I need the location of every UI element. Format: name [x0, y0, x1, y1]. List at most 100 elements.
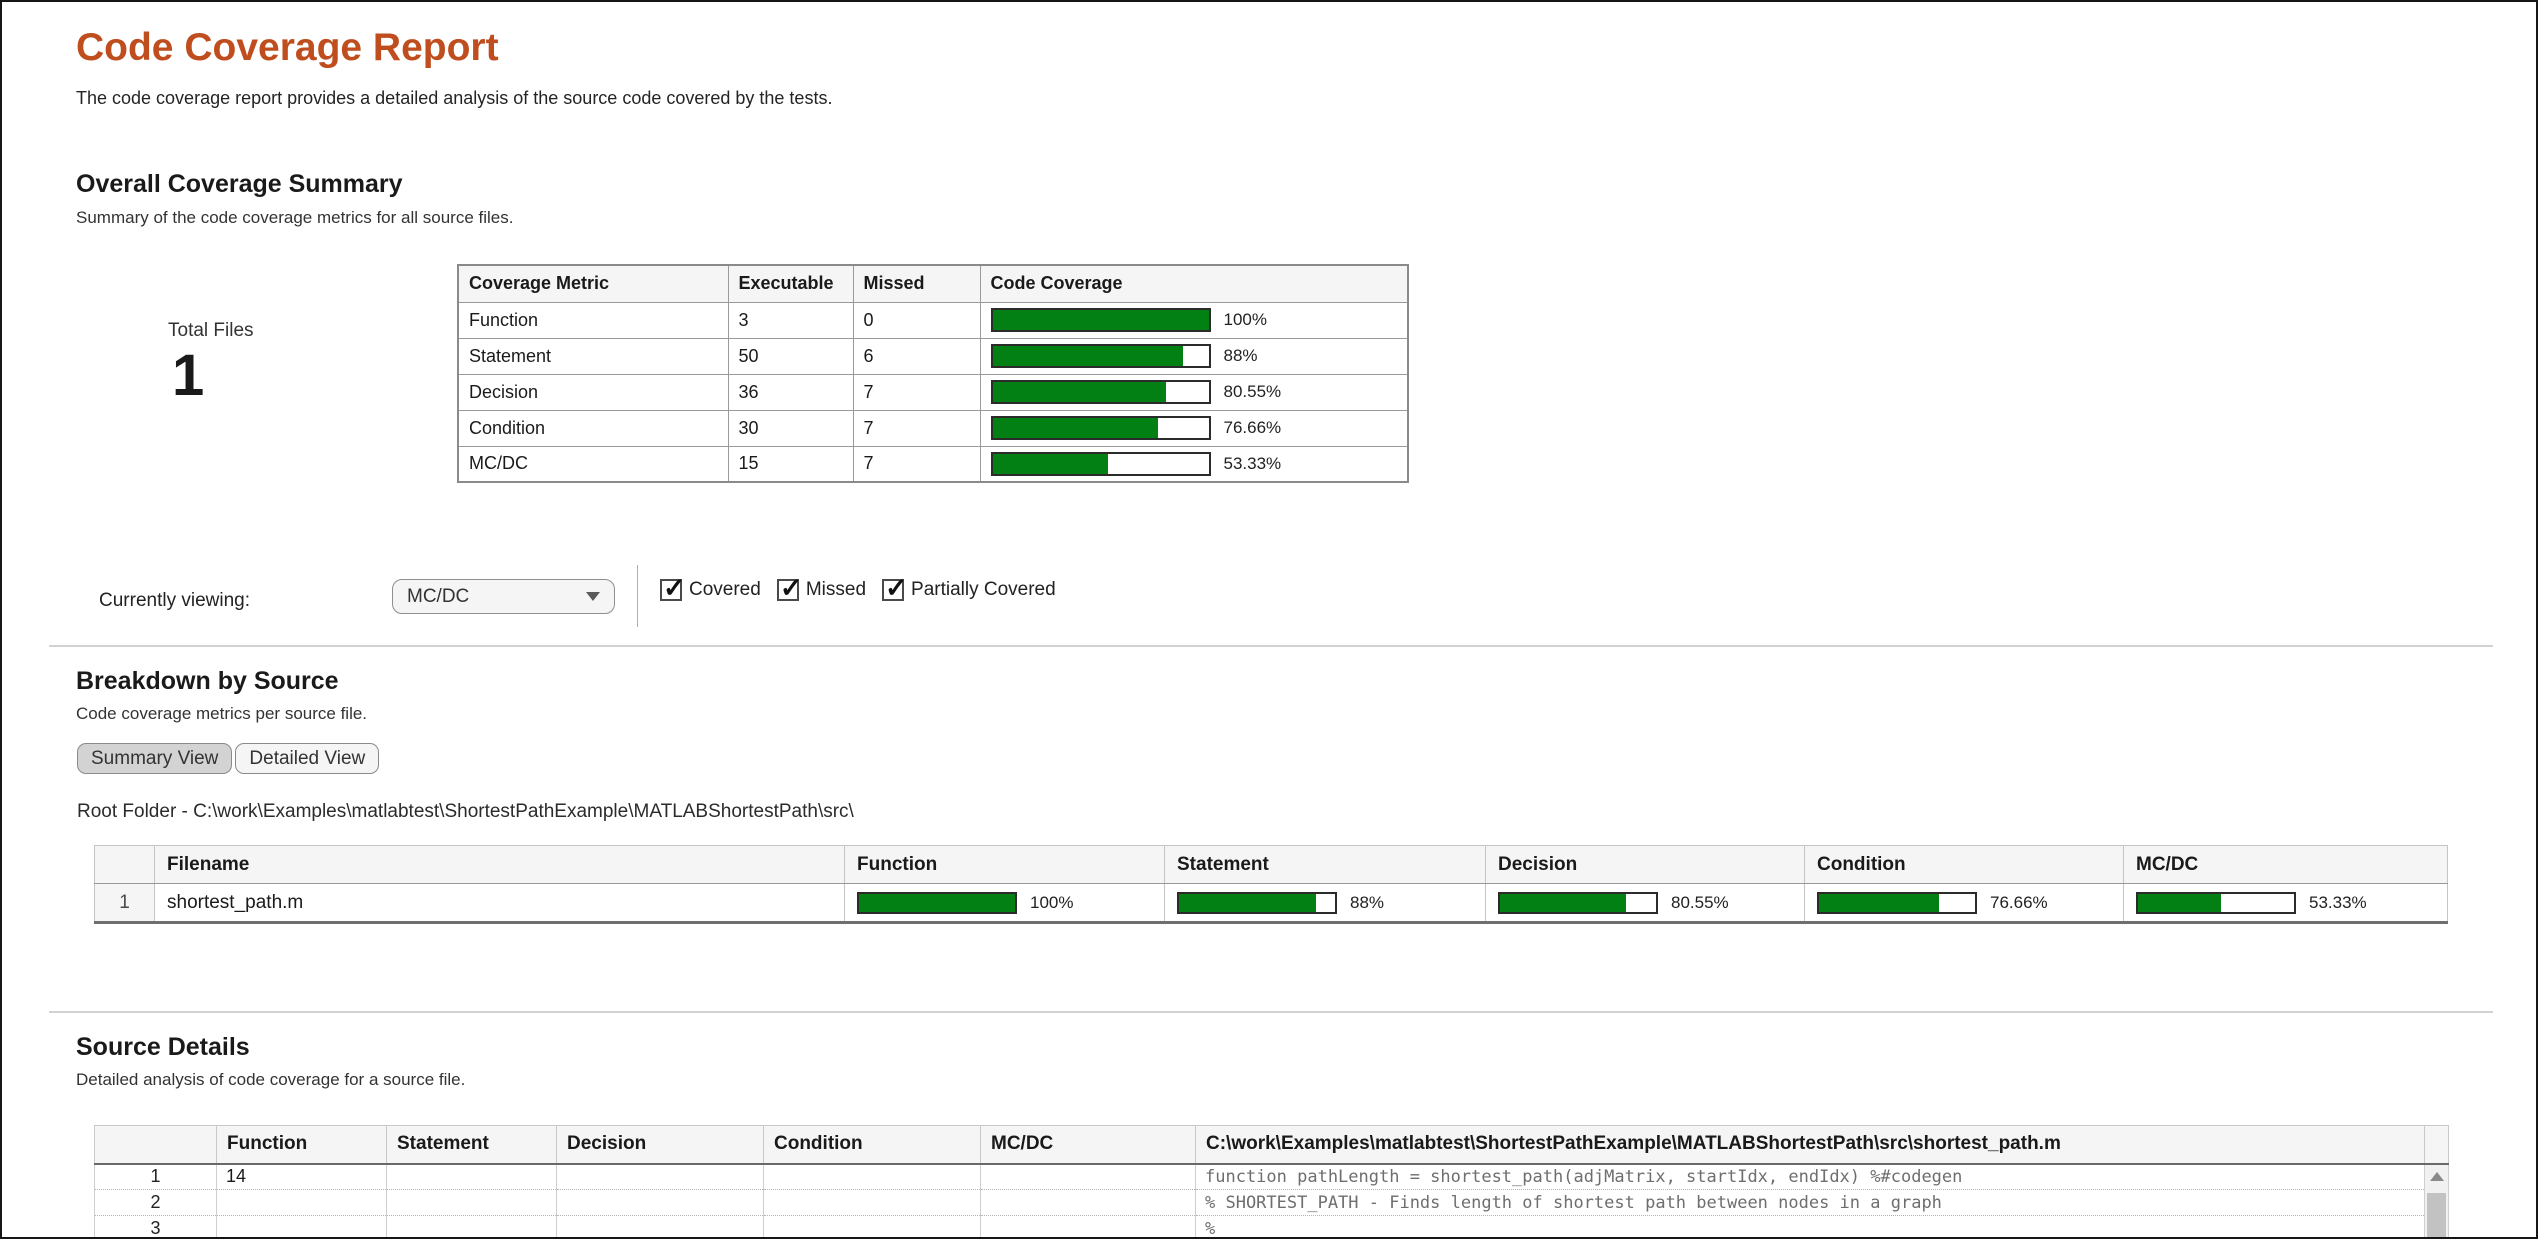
metric-missed: 7	[853, 374, 980, 410]
source-line-row: 3 %	[95, 1216, 2449, 1239]
metric-name: Statement	[458, 338, 728, 374]
mcdc-cell	[981, 1216, 1196, 1239]
coverage-bar	[1498, 892, 1658, 914]
coverage-percent: 88%	[1224, 346, 1258, 366]
coverage-bar	[991, 308, 1211, 332]
summary-row-condition: Condition 30 7 76.66%	[458, 410, 1408, 446]
col-header-condition: Condition	[1805, 846, 2124, 884]
detailed-view-button[interactable]: Detailed View	[235, 743, 379, 774]
view-toggle-buttons: Summary View Detailed View	[77, 743, 379, 774]
col-header-function: Function	[217, 1126, 387, 1164]
overall-summary-heading: Overall Coverage Summary	[76, 170, 403, 199]
page-title: Code Coverage Report	[76, 26, 499, 70]
summary-row-decision: Decision 36 7 80.55%	[458, 374, 1408, 410]
missed-checkbox-label: Missed	[806, 579, 866, 601]
condition-cell	[764, 1164, 981, 1190]
source-file-path-header: C:\work\Examples\matlabtest\ShortestPath…	[1196, 1126, 2425, 1164]
condition-cell	[764, 1216, 981, 1239]
condition-cell	[764, 1190, 981, 1216]
coverage-bar	[1177, 892, 1337, 914]
coverage-percent: 80.55%	[1671, 893, 1729, 913]
statement-cell	[387, 1164, 557, 1190]
function-count-cell: 14	[217, 1164, 387, 1190]
coverage-percent: 80.55%	[1224, 382, 1282, 402]
source-code-line: %	[1196, 1216, 2425, 1239]
line-number: 3	[95, 1216, 217, 1239]
line-number: 1	[95, 1164, 217, 1190]
covered-checkbox-label: Covered	[689, 579, 761, 601]
mcdc-cell	[981, 1164, 1196, 1190]
col-header-coverage-metric: Coverage Metric	[458, 265, 728, 302]
chevron-down-icon	[586, 592, 600, 601]
scrollbar-track[interactable]	[2425, 1165, 2448, 1239]
metric-name: Function	[458, 302, 728, 338]
coverage-percent: 100%	[1030, 893, 1073, 913]
metric-name: MC/DC	[458, 446, 728, 482]
covered-checkbox-box[interactable]	[660, 579, 682, 601]
source-details-table: Function Statement Decision Condition MC…	[94, 1125, 2449, 1239]
row-number: 1	[95, 884, 155, 923]
mcdc-cell	[981, 1190, 1196, 1216]
filename-cell[interactable]: shortest_path.m	[155, 884, 845, 923]
col-header-decision: Decision	[557, 1126, 764, 1164]
col-header-code-coverage: Code Coverage	[980, 265, 1408, 302]
checkbox-missed[interactable]: Missed	[777, 579, 866, 601]
vertical-divider	[637, 565, 638, 627]
checkbox-covered[interactable]: Covered	[660, 579, 761, 601]
summary-view-button[interactable]: Summary View	[77, 743, 232, 774]
partially-covered-checkbox-label: Partially Covered	[911, 579, 1056, 601]
section-divider	[49, 1011, 2493, 1013]
checkbox-partially-covered[interactable]: Partially Covered	[882, 579, 1056, 601]
overall-coverage-table: Coverage Metric Executable Missed Code C…	[457, 264, 1409, 483]
coverage-bar	[991, 344, 1211, 368]
root-folder-path: Root Folder - C:\work\Examples\matlabtes…	[77, 801, 854, 823]
col-header-missed: Missed	[853, 265, 980, 302]
summary-row-statement: Statement 50 6 88%	[458, 338, 1408, 374]
metric-missed: 0	[853, 302, 980, 338]
metric-executable: 3	[728, 302, 853, 338]
overall-table-header-row: Coverage Metric Executable Missed Code C…	[458, 265, 1408, 302]
page-subtitle: The code coverage report provides a deta…	[76, 88, 832, 109]
scroll-up-button[interactable]	[2425, 1165, 2448, 1189]
coverage-bar	[991, 452, 1211, 476]
section-divider	[49, 645, 2493, 647]
col-header-condition: Condition	[764, 1126, 981, 1164]
total-files-value: 1	[172, 342, 204, 409]
overall-summary-subheading: Summary of the code coverage metrics for…	[76, 208, 513, 228]
line-number: 2	[95, 1190, 217, 1216]
scrollbar-thumb[interactable]	[2427, 1193, 2446, 1239]
code-coverage-report-page: Code Coverage Report The code coverage r…	[0, 0, 2538, 1239]
missed-checkbox-box[interactable]	[777, 579, 799, 601]
decision-cell	[557, 1190, 764, 1216]
decision-cell	[557, 1164, 764, 1190]
source-code-line: % SHORTEST_PATH - Finds length of shorte…	[1196, 1190, 2425, 1216]
coverage-bar	[2136, 892, 2296, 914]
col-header-rownum	[95, 846, 155, 884]
scrollbar-header-cell	[2425, 1126, 2449, 1164]
metric-dropdown-value: MC/DC	[407, 586, 469, 608]
function-count-cell	[217, 1216, 387, 1239]
col-header-function: Function	[845, 846, 1165, 884]
coverage-bar	[857, 892, 1017, 914]
currently-viewing-label: Currently viewing:	[99, 590, 250, 612]
source-line-row: 1 14 function pathLength = shortest_path…	[95, 1164, 2449, 1190]
col-header-linenum	[95, 1126, 217, 1164]
partially-covered-checkbox-box[interactable]	[882, 579, 904, 601]
col-header-statement: Statement	[1165, 846, 1486, 884]
metric-dropdown[interactable]: MC/DC	[392, 579, 615, 614]
col-header-executable: Executable	[728, 265, 853, 302]
breakdown-row-shortest-path[interactable]: 1 shortest_path.m 100% 88% 80.55% 76.66%…	[95, 884, 2448, 923]
decision-cell	[557, 1216, 764, 1239]
statement-cell	[387, 1216, 557, 1239]
breakdown-heading: Breakdown by Source	[76, 667, 339, 696]
coverage-bar	[991, 416, 1211, 440]
coverage-percent: 88%	[1350, 893, 1384, 913]
coverage-percent: 76.66%	[1224, 418, 1282, 438]
source-scrollbar[interactable]	[2425, 1164, 2449, 1239]
source-details-heading: Source Details	[76, 1033, 250, 1062]
col-header-statement: Statement	[387, 1126, 557, 1164]
metric-executable: 50	[728, 338, 853, 374]
function-count-cell	[217, 1190, 387, 1216]
metric-executable: 36	[728, 374, 853, 410]
source-details-subheading: Detailed analysis of code coverage for a…	[76, 1070, 465, 1090]
